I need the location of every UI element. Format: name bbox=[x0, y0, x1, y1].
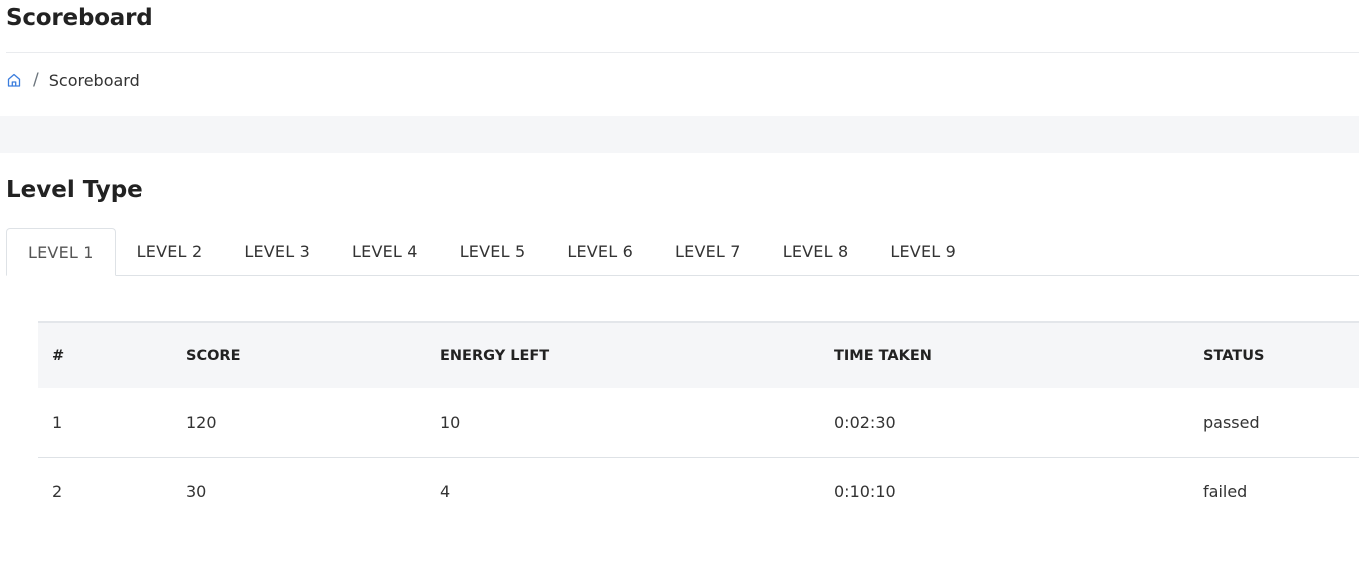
tab-level-3[interactable]: LEVEL 3 bbox=[223, 228, 331, 275]
level-tabs: LEVEL 1 LEVEL 2 LEVEL 3 LEVEL 4 LEVEL 5 … bbox=[6, 228, 1359, 276]
table-header-row: # SCORE ENERGY LEFT TIME TAKEN STATUS bbox=[38, 322, 1359, 388]
section-title: Level Type bbox=[6, 177, 143, 203]
level-type-section: Level Type LEVEL 1 LEVEL 2 LEVEL 3 LEVEL… bbox=[0, 153, 1359, 573]
page-header: Scoreboard / Scoreboard bbox=[0, 0, 1359, 116]
tab-level-7[interactable]: LEVEL 7 bbox=[654, 228, 762, 275]
breadcrumb: / Scoreboard bbox=[6, 70, 140, 90]
tab-level-4[interactable]: LEVEL 4 bbox=[331, 228, 439, 275]
home-icon[interactable] bbox=[6, 72, 22, 88]
cell-number: 2 bbox=[52, 482, 63, 502]
cell-score: 120 bbox=[172, 388, 426, 458]
content-spacer bbox=[0, 116, 1359, 153]
cell-score: 30 bbox=[186, 482, 207, 502]
tab-level-9[interactable]: LEVEL 9 bbox=[869, 228, 977, 275]
cell-time-taken: 0:02:30 bbox=[820, 388, 1189, 458]
tab-level-8[interactable]: LEVEL 8 bbox=[762, 228, 870, 275]
tab-level-2[interactable]: LEVEL 2 bbox=[116, 228, 224, 275]
tab-level-1[interactable]: LEVEL 1 bbox=[6, 228, 116, 276]
cell-energy-left: 4 bbox=[440, 482, 451, 502]
cell-time-taken: 0:10:10 bbox=[834, 482, 896, 502]
column-header-energy-left: ENERGY LEFT bbox=[440, 347, 550, 364]
table-row: 2 30 4 0:10:10 failed bbox=[38, 457, 1359, 526]
tab-level-5[interactable]: LEVEL 5 bbox=[439, 228, 547, 275]
table-row: 1 120 10 0:02:30 passed bbox=[38, 388, 1359, 458]
cell-status: failed bbox=[1203, 482, 1248, 502]
tab-level-6[interactable]: LEVEL 6 bbox=[546, 228, 654, 275]
cell-number: 1 bbox=[38, 388, 172, 458]
column-header-time-taken: TIME TAKEN bbox=[834, 347, 932, 364]
column-header-number: # bbox=[52, 347, 65, 364]
scoreboard-table: # SCORE ENERGY LEFT TIME TAKEN STATUS 1 … bbox=[38, 321, 1359, 526]
cell-status: passed bbox=[1189, 388, 1359, 458]
scoreboard-table-wrapper: # SCORE ENERGY LEFT TIME TAKEN STATUS 1 … bbox=[38, 321, 1359, 526]
cell-energy-left: 10 bbox=[426, 388, 820, 458]
page-title: Scoreboard bbox=[6, 5, 153, 31]
breadcrumb-separator: / bbox=[33, 70, 39, 90]
column-header-status: STATUS bbox=[1203, 347, 1265, 364]
breadcrumb-current: Scoreboard bbox=[48, 70, 140, 90]
header-divider bbox=[6, 52, 1359, 53]
column-header-score: SCORE bbox=[186, 347, 241, 364]
